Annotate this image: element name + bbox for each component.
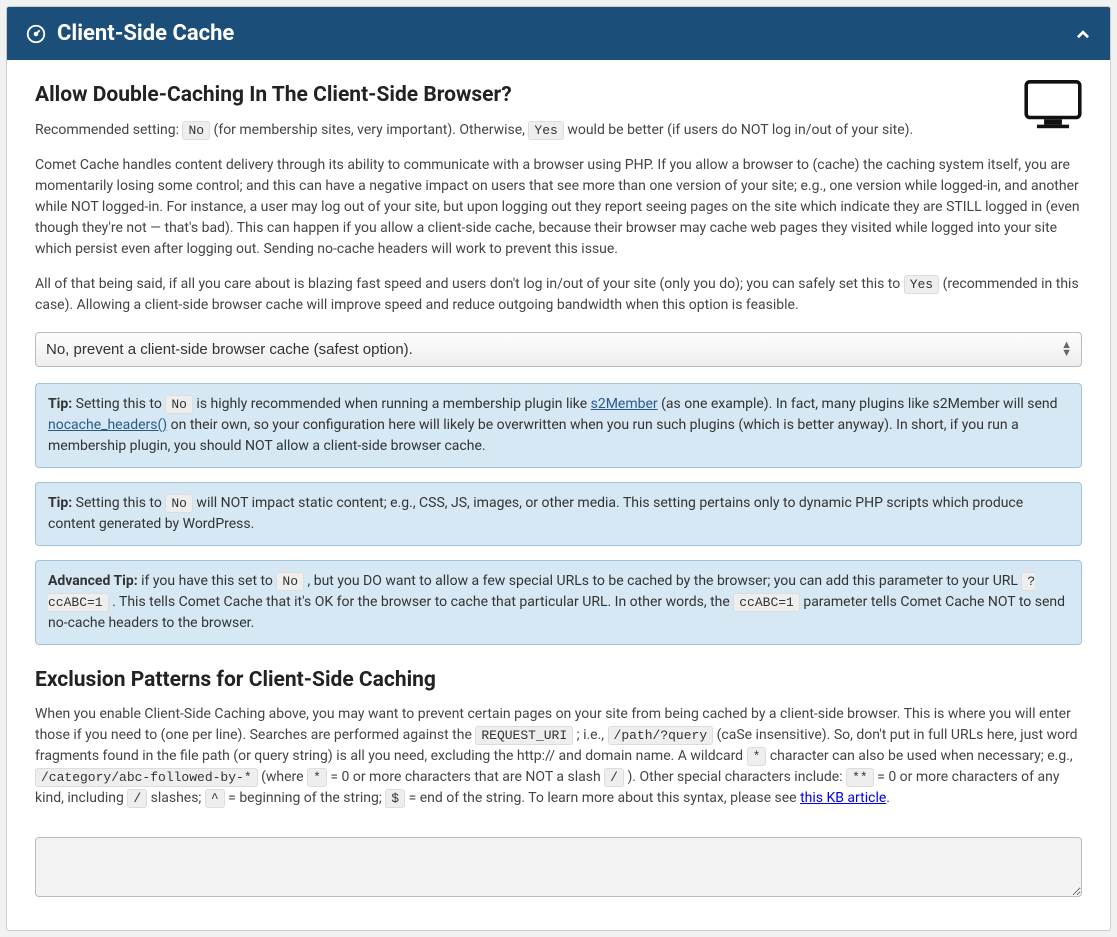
ex-c2: /path/?query	[608, 726, 714, 745]
gauge-icon	[25, 23, 47, 45]
settings-panel: Client-Side Cache Allow Double-Caching I…	[6, 6, 1111, 931]
tip1-t2: is highly recommended when running a mem…	[193, 396, 591, 412]
ex-t6: = 0 or more characters that are NOT a sl…	[327, 769, 604, 785]
tip3-t3: . This tells Comet Cache that it's OK fo…	[109, 594, 734, 610]
panel-body: Allow Double-Caching In The Client-Side …	[7, 60, 1110, 930]
panel-title-text: Client-Side Cache	[57, 17, 234, 50]
explanation-paragraph-1: Comet Cache handles content delivery thr…	[35, 155, 1082, 260]
ex-t7: ). Other special characters include:	[624, 769, 846, 785]
kb-article-link[interactable]: this KB article	[800, 790, 886, 806]
rec-mid: (for membership sites, very important). …	[214, 122, 529, 138]
chevron-up-icon[interactable]	[1074, 25, 1092, 43]
cache-mode-select-wrap: No, prevent a client-side browser cache …	[35, 332, 1082, 367]
ex-c9: ^	[205, 789, 225, 808]
explanation-paragraph-2: All of that being said, if all you care …	[35, 274, 1082, 316]
recommended-setting-line: Recommended setting: No (for membership …	[35, 120, 1082, 141]
ex-t10: = beginning of the string;	[225, 790, 386, 806]
ex-c1: REQUEST_URI	[475, 726, 573, 745]
rec-prefix: Recommended setting:	[35, 122, 182, 138]
exclusion-paragraph: When you enable Client-Side Caching abov…	[35, 704, 1082, 809]
ex-t12: .	[886, 790, 890, 806]
tip-box-3: Advanced Tip: if you have this set to No…	[35, 560, 1082, 645]
tip2-t2: will NOT impact static content; e.g., CS…	[48, 495, 1023, 532]
monitor-icon	[1024, 80, 1082, 137]
ex-c3: *	[747, 747, 767, 766]
ex-t11: = end of the string. To learn more about…	[405, 790, 800, 806]
tip3-code-param2: ccABC=1	[733, 593, 800, 612]
exclusion-patterns-textarea[interactable]	[35, 837, 1082, 897]
tip2-label: Tip:	[48, 495, 72, 511]
tip2-t1: Setting this to	[72, 495, 165, 511]
ex-c5: *	[307, 768, 327, 787]
tip1-t4: on their own, so your configuration here…	[48, 417, 1019, 454]
tip2-code-no: No	[165, 494, 193, 513]
tip1-label: Tip:	[48, 396, 72, 412]
p2-code-yes: Yes	[904, 275, 939, 294]
ex-t4: character can also be used when necessar…	[766, 748, 1072, 764]
double-caching-section: Allow Double-Caching In The Client-Side …	[35, 80, 1082, 904]
ex-c8: /	[127, 789, 147, 808]
tip1-code-no: No	[165, 395, 193, 414]
p2-pre: All of that being said, if all you care …	[35, 276, 904, 292]
panel-header[interactable]: Client-Side Cache	[7, 7, 1110, 60]
panel-title-wrap: Client-Side Cache	[25, 17, 234, 50]
tip3-t1: if you have this set to	[138, 573, 277, 589]
ex-t9: slashes;	[147, 790, 205, 806]
tip3-label: Advanced Tip:	[48, 573, 138, 589]
rec-code-no: No	[182, 121, 210, 140]
exclusion-heading: Exclusion Patterns for Client-Side Cachi…	[35, 665, 1082, 697]
tip1-t3: (as one example). In fact, many plugins …	[658, 396, 1058, 412]
tip-box-2: Tip: Setting this to No will NOT impact …	[35, 482, 1082, 546]
ex-c10: $	[385, 789, 405, 808]
rec-code-yes: Yes	[528, 121, 563, 140]
ex-c7: **	[846, 768, 874, 787]
tip3-t2: , but you DO want to allow a few special…	[304, 573, 1021, 589]
ex-c4: /category/abc-followed-by-*	[35, 768, 258, 787]
cache-mode-select[interactable]: No, prevent a client-side browser cache …	[35, 332, 1082, 367]
tip-box-1: Tip: Setting this to No is highly recomm…	[35, 383, 1082, 468]
tip1-t1: Setting this to	[72, 396, 165, 412]
rec-suffix: would be better (if users do NOT log in/…	[567, 122, 913, 138]
ex-c6: /	[604, 768, 624, 787]
tip3-code-no: No	[276, 572, 304, 591]
nocache-headers-link[interactable]: nocache_headers()	[48, 417, 167, 433]
ex-t2: ; i.e.,	[573, 727, 607, 743]
ex-t5: (where	[258, 769, 307, 785]
s2member-link[interactable]: s2Member	[591, 396, 658, 412]
double-caching-heading: Allow Double-Caching In The Client-Side …	[35, 80, 1082, 112]
